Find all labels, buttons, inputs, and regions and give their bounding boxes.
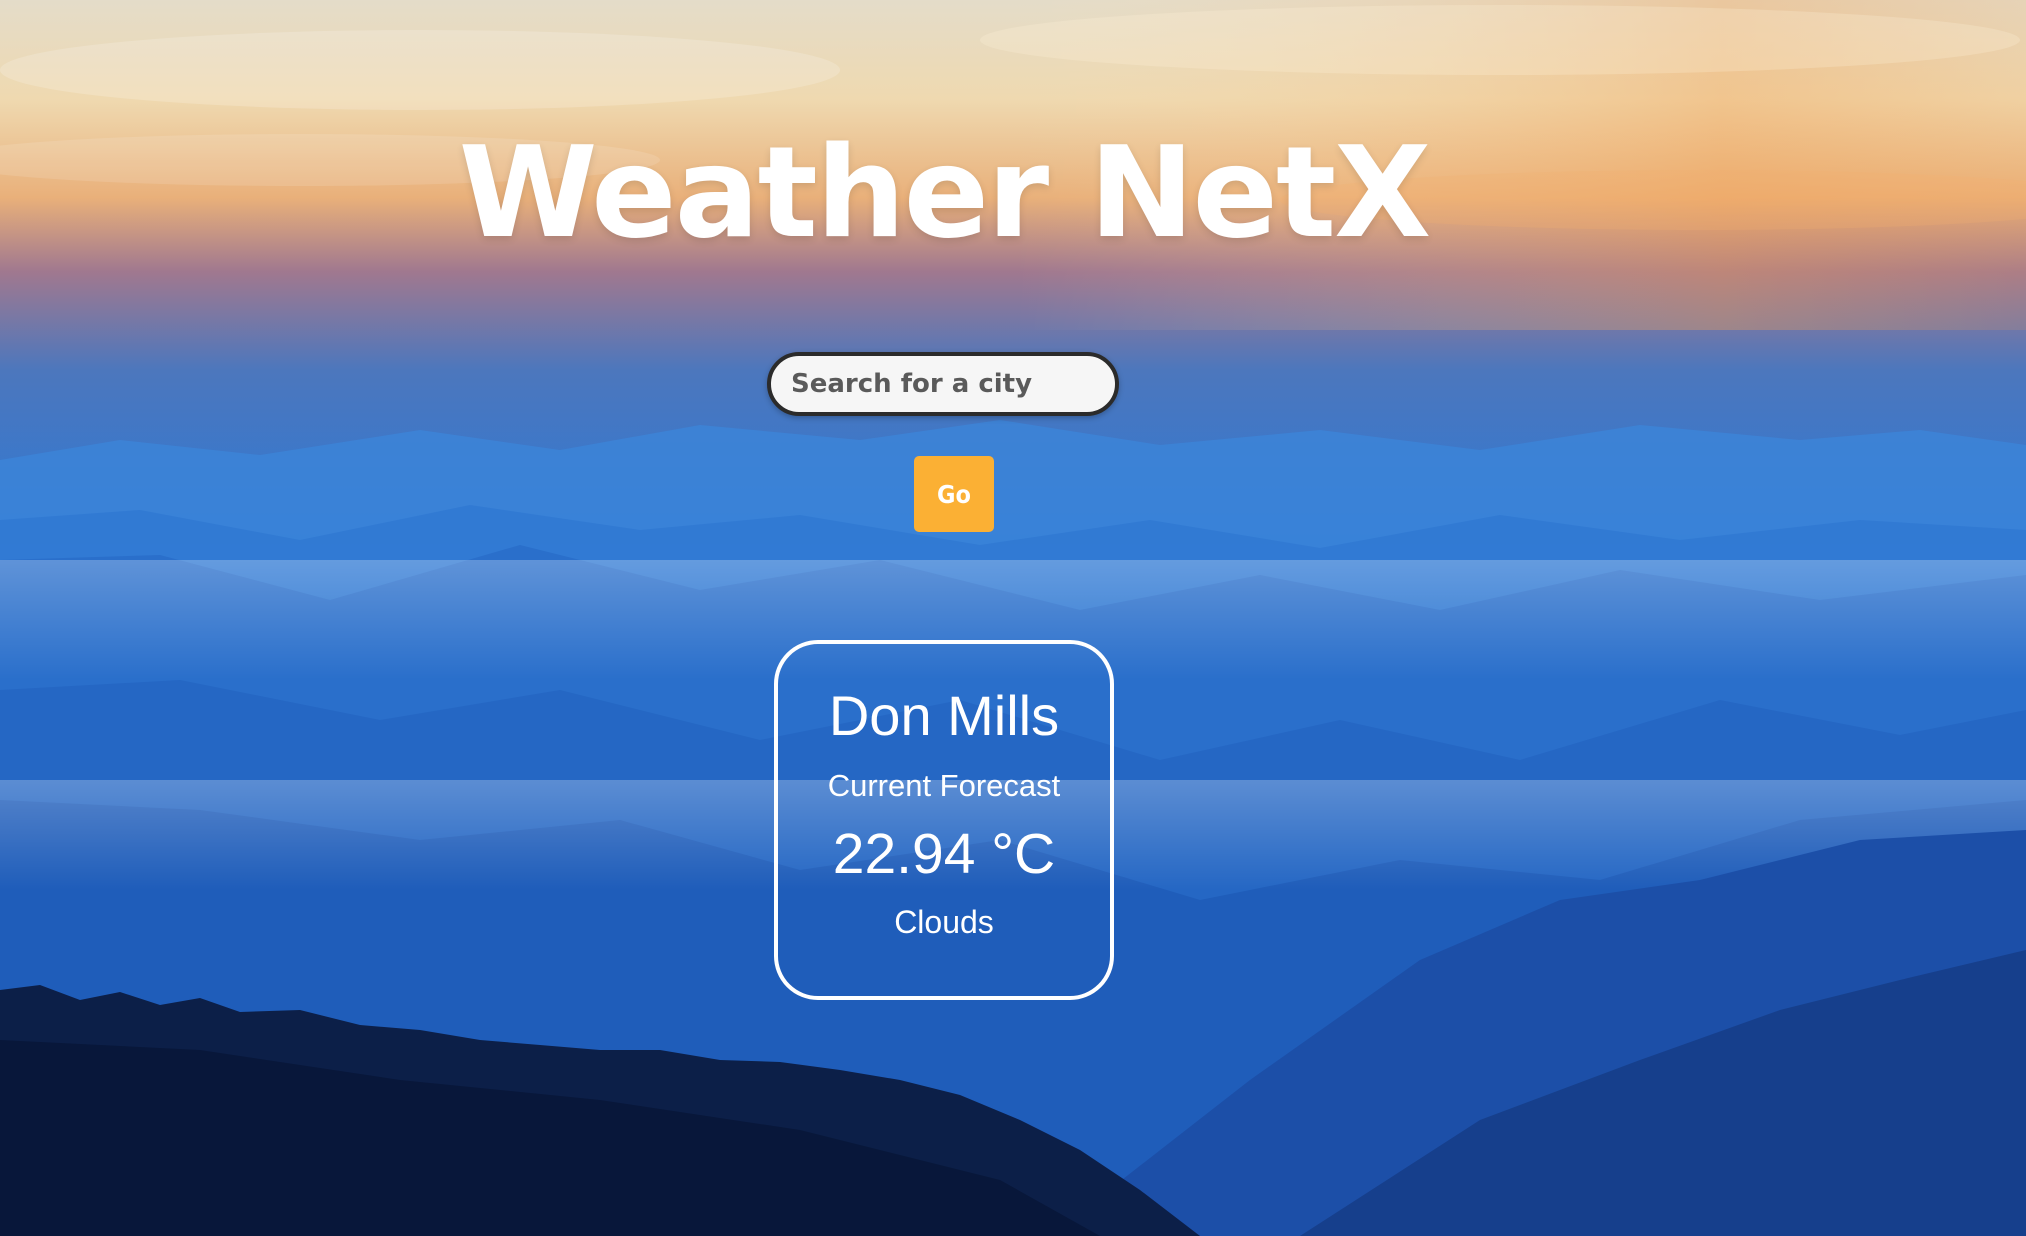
weather-card: Don Mills Current Forecast 22.94 °C Clou… <box>774 640 1114 1000</box>
temperature-value: 22.94 °C <box>832 822 1056 886</box>
app-title: Weather NetX <box>458 119 1432 266</box>
forecast-label: Current Forecast <box>827 768 1061 803</box>
weather-condition: Clouds <box>894 904 994 940</box>
go-button[interactable]: Go <box>914 456 994 532</box>
search-input[interactable] <box>767 352 1119 416</box>
city-name: Don Mills <box>828 684 1060 747</box>
